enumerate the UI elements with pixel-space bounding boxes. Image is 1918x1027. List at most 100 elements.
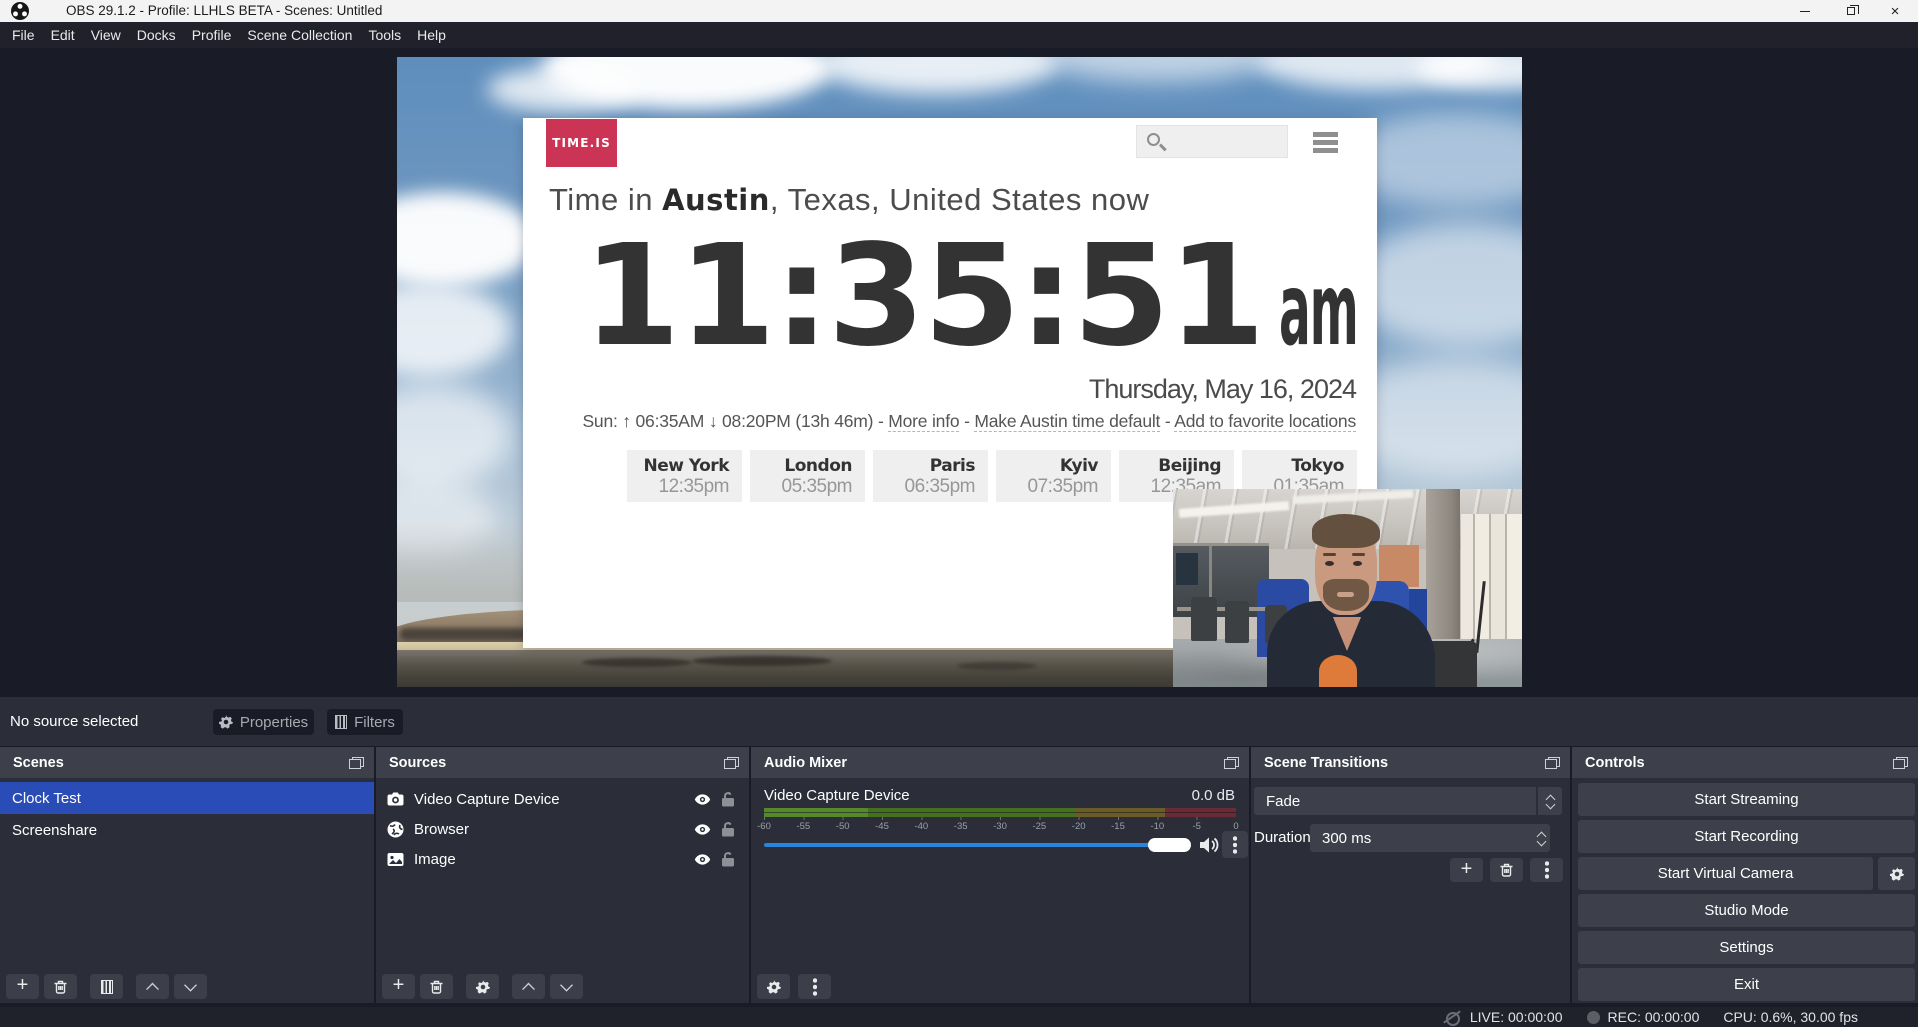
popout-icon[interactable] bbox=[1545, 757, 1560, 769]
concrete-pillar bbox=[1426, 489, 1460, 661]
lock-icon[interactable] bbox=[721, 791, 735, 807]
filters-button[interactable]: Filters bbox=[327, 709, 403, 735]
eye-icon[interactable] bbox=[694, 791, 711, 808]
timeis-logo[interactable]: TIME.IS bbox=[546, 119, 617, 167]
virtual-camera-config-button[interactable] bbox=[1878, 857, 1915, 890]
tv-screen bbox=[1176, 553, 1198, 585]
meter-scale: -60 -55 -50 -45 -40 -35 -30 -25 -20 -15 … bbox=[764, 818, 1236, 834]
properties-label: Properties bbox=[240, 714, 308, 731]
eye-icon[interactable] bbox=[694, 851, 711, 868]
menu-docks[interactable]: Docks bbox=[129, 22, 184, 48]
hoodie-logo bbox=[1319, 655, 1357, 687]
scenes-title: Scenes bbox=[13, 755, 64, 771]
source-browser[interactable]: Browser bbox=[376, 814, 749, 844]
source-up-button[interactable] bbox=[512, 974, 545, 999]
add-favorite-link[interactable]: Add to favorite locations bbox=[1174, 411, 1356, 432]
add-source-button[interactable]: + bbox=[382, 974, 415, 999]
properties-button[interactable]: Properties bbox=[213, 709, 314, 735]
remove-transition-button[interactable] bbox=[1490, 858, 1523, 882]
filter-icon bbox=[335, 715, 347, 729]
city-paris[interactable]: Paris06:35pm bbox=[873, 450, 988, 502]
lock-icon[interactable] bbox=[721, 821, 735, 837]
scene-filters-button[interactable] bbox=[90, 974, 123, 999]
menu-bar: File Edit View Docks Profile Scene Colle… bbox=[0, 22, 1918, 48]
menu-file[interactable]: File bbox=[4, 22, 43, 48]
sources-title: Sources bbox=[389, 755, 446, 771]
start-recording-button[interactable]: Start Recording bbox=[1578, 820, 1915, 853]
popout-icon[interactable] bbox=[349, 757, 364, 769]
cloud bbox=[397, 192, 537, 287]
settings-button[interactable]: Settings bbox=[1578, 931, 1915, 964]
mixer-title: Audio Mixer bbox=[764, 755, 847, 771]
city-newyork[interactable]: New York12:35pm bbox=[627, 450, 742, 502]
menu-profile[interactable]: Profile bbox=[184, 22, 240, 48]
desert-bushes bbox=[582, 658, 692, 667]
duration-spinbox[interactable]: 300 ms bbox=[1310, 824, 1550, 852]
menu-scene-collection[interactable]: Scene Collection bbox=[239, 22, 360, 48]
scenes-header[interactable]: Scenes bbox=[0, 747, 374, 778]
sources-footer: + bbox=[382, 974, 583, 999]
duration-spin-arrows[interactable] bbox=[1537, 824, 1546, 852]
studio-mode-button[interactable]: Studio Mode bbox=[1578, 894, 1915, 927]
transition-select-arrows[interactable] bbox=[1536, 787, 1562, 815]
minimize-button[interactable] bbox=[1782, 0, 1828, 22]
volume-slider-handle[interactable] bbox=[1148, 838, 1191, 852]
remove-scene-button[interactable] bbox=[44, 974, 77, 999]
source-properties-button[interactable] bbox=[466, 974, 499, 999]
obs-logo-icon bbox=[11, 2, 29, 20]
make-default-link[interactable]: Make Austin time default bbox=[974, 411, 1160, 432]
restore-button[interactable] bbox=[1828, 0, 1874, 22]
popout-icon[interactable] bbox=[1224, 757, 1239, 769]
scene-clock-test[interactable]: Clock Test bbox=[0, 782, 374, 814]
source-toolbar: No source selected Properties Filters bbox=[0, 697, 1918, 746]
more-info-link[interactable]: More info bbox=[888, 411, 959, 432]
start-streaming-button[interactable]: Start Streaming bbox=[1578, 783, 1915, 816]
mixer-menu-button[interactable] bbox=[798, 974, 831, 999]
cloud bbox=[817, 57, 1057, 94]
menu-view[interactable]: View bbox=[83, 22, 129, 48]
advanced-audio-button[interactable] bbox=[757, 974, 790, 999]
mixer-header[interactable]: Audio Mixer bbox=[751, 747, 1249, 778]
city-kyiv[interactable]: Kyiv07:35pm bbox=[996, 450, 1111, 502]
transition-select[interactable]: Fade bbox=[1254, 787, 1562, 815]
source-video-capture[interactable]: Video Capture Device bbox=[376, 784, 749, 814]
transitions-header[interactable]: Scene Transitions bbox=[1251, 747, 1570, 778]
scene-screenshare[interactable]: Screenshare bbox=[0, 814, 374, 846]
search-input[interactable] bbox=[1136, 125, 1288, 158]
scene-up-button[interactable] bbox=[136, 974, 169, 999]
add-scene-button[interactable]: + bbox=[6, 974, 39, 999]
source-image[interactable]: Image bbox=[376, 844, 749, 874]
start-virtual-camera-button[interactable]: Start Virtual Camera bbox=[1578, 857, 1873, 890]
transition-properties-button[interactable] bbox=[1530, 858, 1563, 882]
mixer-channel-menu-button[interactable] bbox=[1222, 831, 1248, 858]
preview-canvas[interactable]: TIME.IS Time in Austin, Texas, United St… bbox=[397, 57, 1522, 687]
eye-icon[interactable] bbox=[694, 821, 711, 838]
menu-help[interactable]: Help bbox=[409, 22, 454, 48]
popout-icon[interactable] bbox=[1893, 757, 1908, 769]
remove-source-button[interactable] bbox=[420, 974, 453, 999]
menu-edit[interactable]: Edit bbox=[43, 22, 83, 48]
transition-value: Fade bbox=[1266, 793, 1300, 810]
volume-slider-track[interactable] bbox=[764, 843, 1154, 847]
recording-status-icon bbox=[1587, 1011, 1600, 1024]
add-transition-button[interactable]: + bbox=[1450, 858, 1483, 882]
desert-bushes bbox=[957, 662, 1037, 670]
close-button[interactable]: × bbox=[1872, 0, 1918, 22]
exit-button[interactable]: Exit bbox=[1578, 968, 1915, 1001]
menu-tools[interactable]: Tools bbox=[360, 22, 409, 48]
sources-header[interactable]: Sources bbox=[376, 747, 749, 778]
popout-icon[interactable] bbox=[724, 757, 739, 769]
source-down-button[interactable] bbox=[550, 974, 583, 999]
cpu-fps-stats: CPU: 0.6%, 30.00 fps bbox=[1723, 1009, 1858, 1025]
cloud bbox=[487, 67, 637, 112]
speaker-icon[interactable] bbox=[1198, 835, 1220, 855]
duration-label: Duration bbox=[1254, 829, 1311, 846]
city-london[interactable]: London05:35pm bbox=[750, 450, 865, 502]
hamburger-menu-icon[interactable] bbox=[1313, 132, 1338, 152]
window-title: OBS 29.1.2 - Profile: LLHLS BETA - Scene… bbox=[66, 3, 382, 18]
lock-icon[interactable] bbox=[721, 851, 735, 867]
scene-down-button[interactable] bbox=[174, 974, 207, 999]
status-bar: LIVE: 00:00:00 REC: 00:00:00 CPU: 0.6%, … bbox=[0, 1007, 1918, 1027]
scene-transitions-dock: Scene Transitions Fade Duration 300 ms + bbox=[1251, 747, 1570, 1003]
controls-header[interactable]: Controls bbox=[1572, 747, 1918, 778]
